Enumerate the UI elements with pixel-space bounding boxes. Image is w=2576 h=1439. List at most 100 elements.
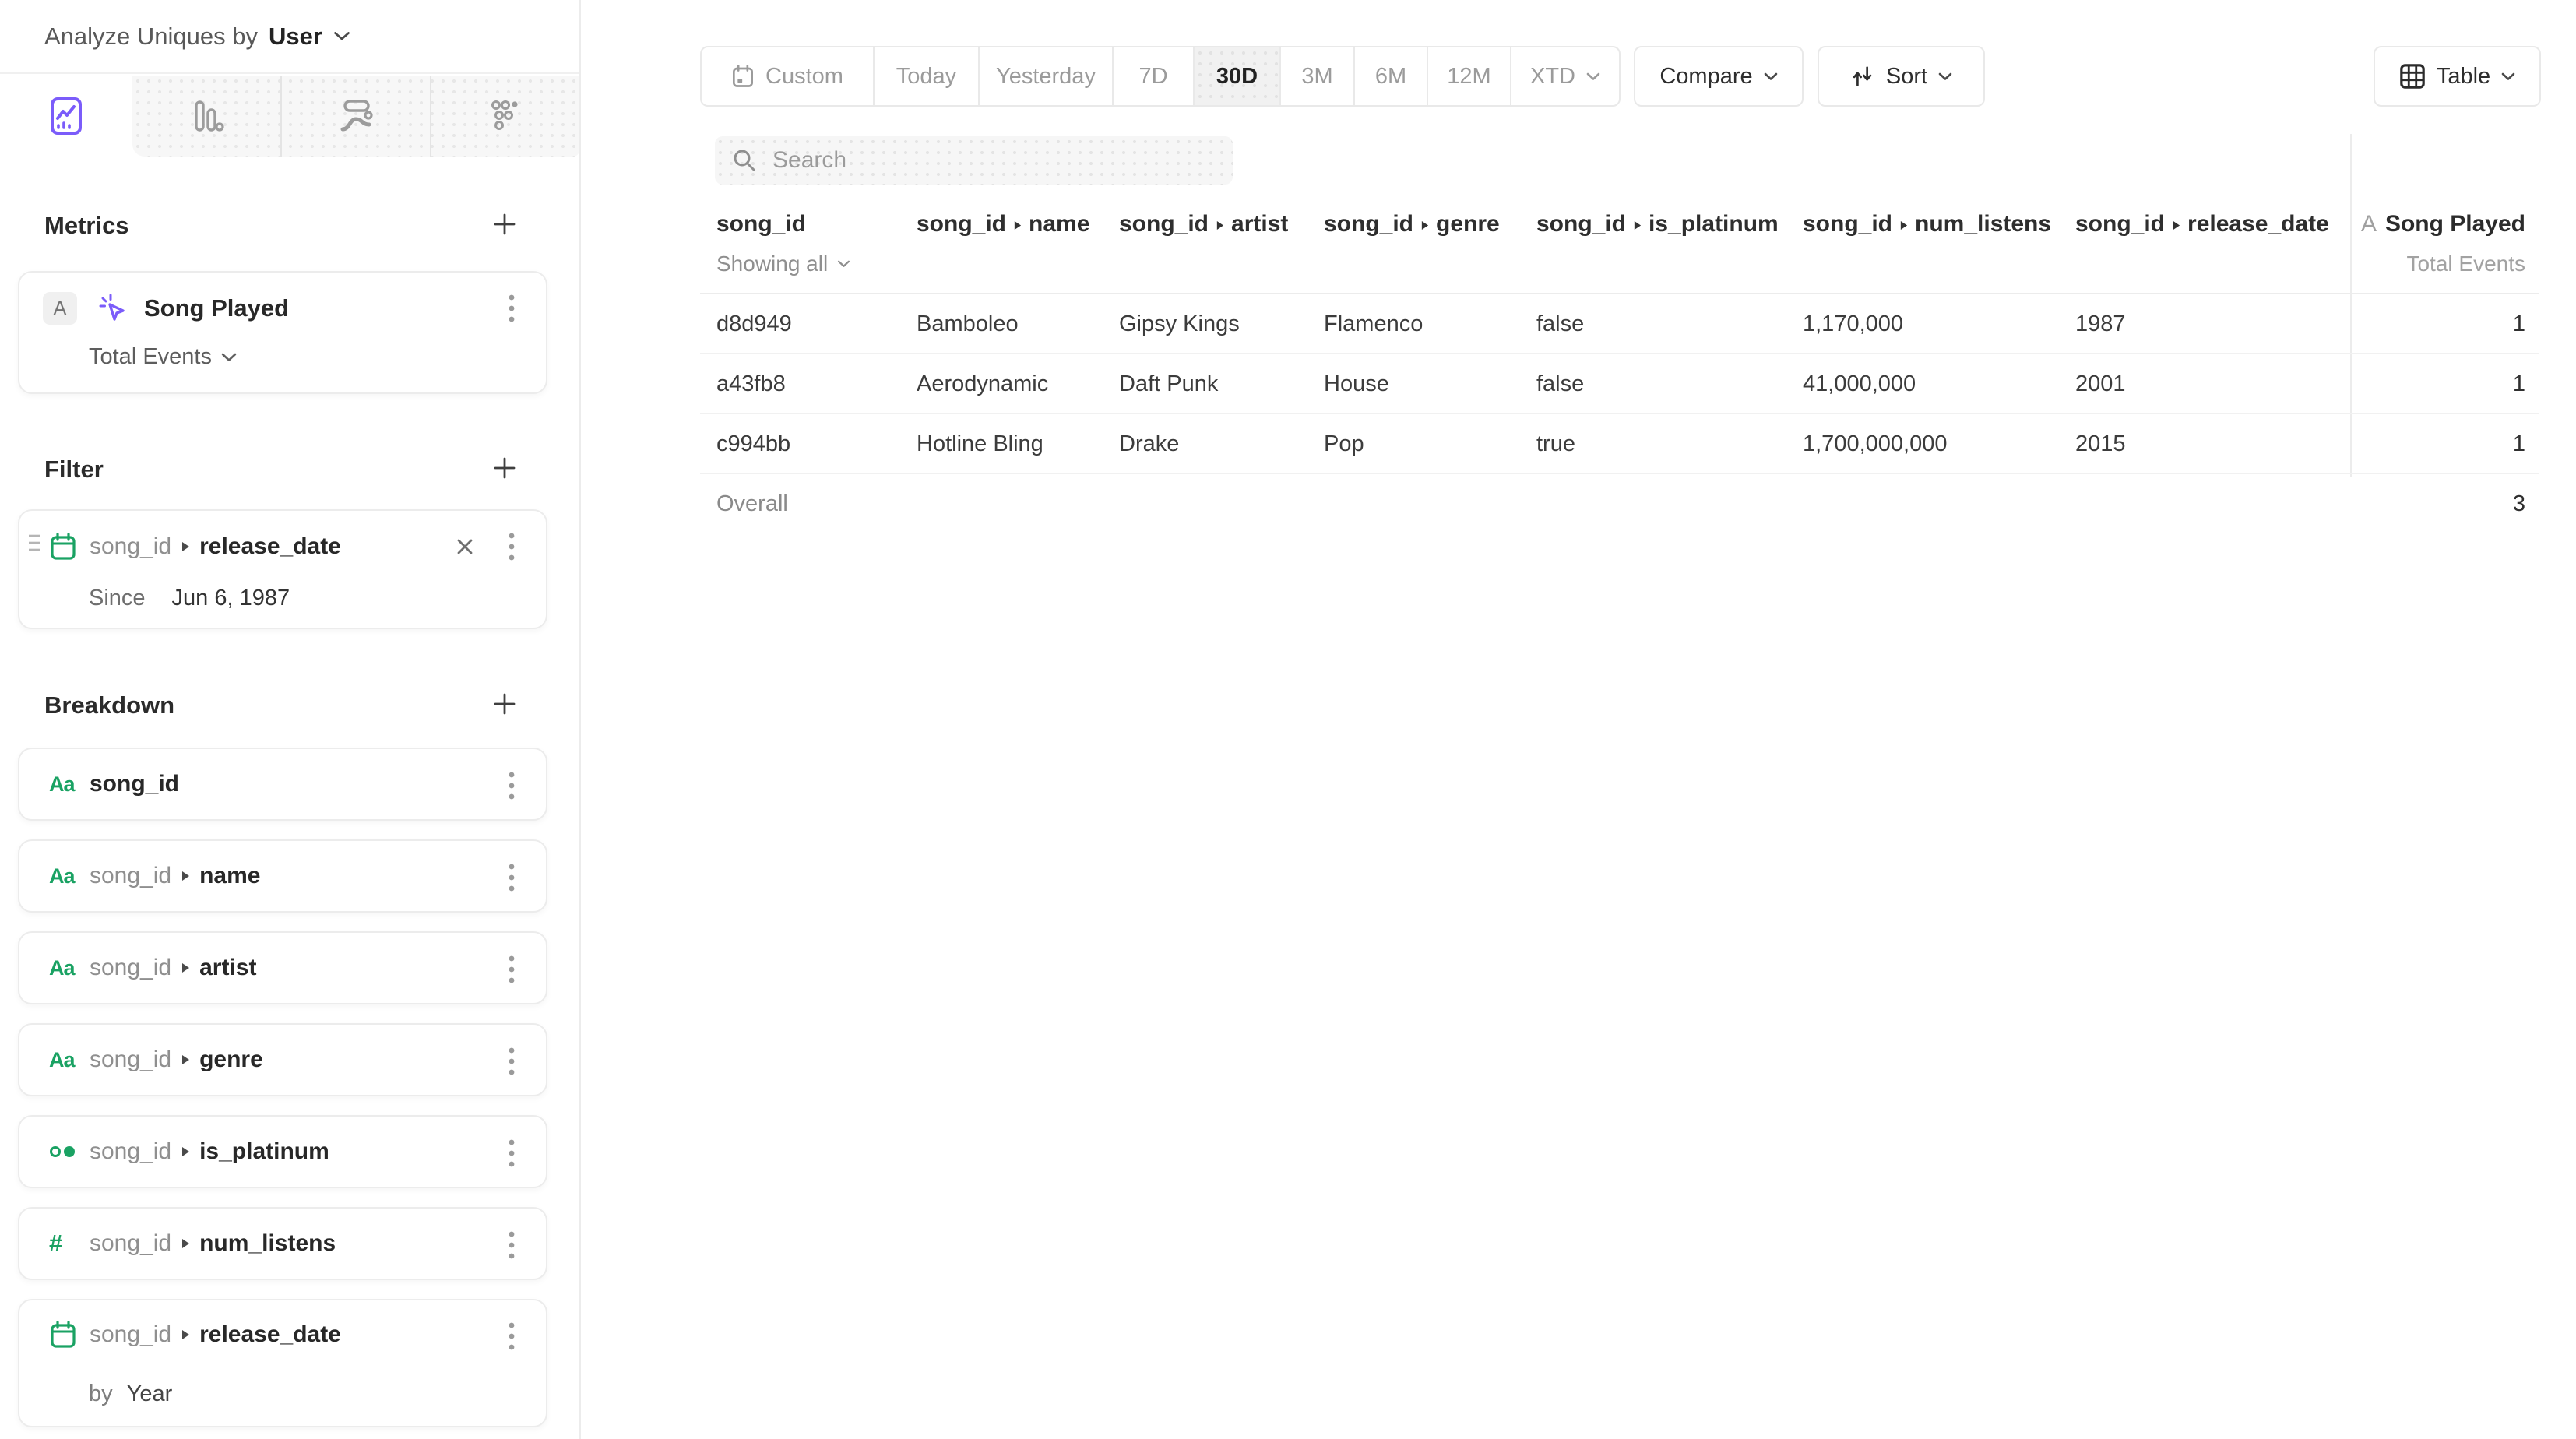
cell-song-id: d8d949	[716, 294, 792, 354]
breakdown-card-name[interactable]: Aa song_id name	[18, 839, 547, 913]
date-range-label: XTD	[1530, 64, 1575, 90]
column-header-release-date[interactable]: song_idrelease_date	[2075, 211, 2329, 237]
chart-view-dropdown[interactable]: Table	[2374, 46, 2541, 107]
remove-filter-button[interactable]	[451, 528, 479, 565]
cell-genre: Flamenco	[1324, 294, 1423, 354]
analyze-label: Analyze Uniques by	[44, 23, 258, 51]
plus-icon	[492, 456, 517, 480]
date-range-segmented-control: Custom Today Yesterday 7D 30D 3M 6M 12M …	[700, 46, 1621, 107]
breakdown-kebab-menu[interactable]	[498, 1135, 526, 1172]
cell-release-date: 2015	[2075, 414, 2126, 474]
triangle-right-icon	[1633, 220, 1642, 231]
cell-num-listens: 1,700,000,000	[1803, 414, 1947, 474]
metric-column-header[interactable]: ASong Played	[2361, 211, 2525, 237]
sort-button[interactable]: Sort	[1818, 46, 1985, 107]
line-chart-icon	[50, 97, 83, 135]
add-breakdown-button[interactable]	[486, 685, 523, 723]
metric-kebab-menu[interactable]	[498, 290, 526, 327]
breakdown-property-name[interactable]: release_date	[199, 1321, 341, 1348]
calendar-icon	[49, 532, 77, 561]
tab-flows[interactable]	[280, 76, 430, 157]
triangle-right-icon	[181, 870, 190, 882]
breakdown-kebab-menu[interactable]	[498, 1318, 526, 1355]
table-row[interactable]: d8d949 Bamboleo Gipsy Kings Flamenco fal…	[700, 294, 2539, 354]
filter-value[interactable]: Jun 6, 1987	[172, 586, 290, 611]
column-header-artist[interactable]: song_idartist	[1119, 211, 1288, 237]
date-range-7d[interactable]: 7D	[1112, 47, 1193, 105]
tab-retention[interactable]	[430, 76, 579, 157]
event-cursor-icon	[97, 293, 128, 324]
column-header-song-id[interactable]: song_id	[716, 211, 806, 237]
breakdown-section-title: Breakdown	[44, 691, 174, 720]
cell-artist: Drake	[1119, 414, 1179, 474]
column-header-name[interactable]: song_idname	[917, 211, 1089, 237]
date-range-3m[interactable]: 3M	[1279, 47, 1353, 105]
triangle-right-icon	[181, 1145, 190, 1158]
date-range-6m[interactable]: 6M	[1353, 47, 1427, 105]
breakdown-property-name[interactable]: is_platinum	[199, 1138, 329, 1165]
filter-condition-row[interactable]: Since Jun 6, 1987	[89, 586, 290, 611]
tab-bar-chart[interactable]	[132, 76, 280, 157]
column-header-genre[interactable]: song_idgenre	[1324, 211, 1500, 237]
breakdown-kebab-menu[interactable]	[498, 1226, 526, 1264]
metric-event-name[interactable]: Song Played	[144, 294, 289, 322]
breakdown-card-genre[interactable]: Aa song_id genre	[18, 1023, 547, 1096]
date-range-today[interactable]: Today	[873, 47, 978, 105]
breakdown-kebab-menu[interactable]	[498, 767, 526, 804]
metric-card[interactable]: A Song Played Total Events	[18, 271, 547, 394]
cell-metric-value: 1	[2513, 354, 2525, 414]
date-range-custom[interactable]: Custom	[702, 47, 873, 105]
breakdown-property-name[interactable]: name	[199, 863, 260, 889]
chevron-down-icon	[837, 260, 850, 268]
sort-arrows-icon	[1850, 63, 1875, 90]
date-range-xtd[interactable]: XTD	[1510, 47, 1619, 105]
filter-operator[interactable]: Since	[89, 586, 146, 611]
add-metric-button[interactable]	[486, 206, 523, 243]
date-range-30d-selected[interactable]: 30D	[1193, 47, 1279, 105]
chevron-down-icon	[2501, 72, 2515, 81]
column-header-num-listens[interactable]: song_idnum_listens	[1803, 211, 2051, 237]
breakdown-kebab-menu[interactable]	[498, 951, 526, 988]
breakdown-bucket-dropdown[interactable]: by Year	[89, 1381, 172, 1407]
date-range-yesterday[interactable]: Yesterday	[978, 47, 1112, 105]
breakdown-kebab-menu[interactable]	[498, 1043, 526, 1080]
breakdown-card-release-date[interactable]: song_id release_date by Year	[18, 1299, 547, 1427]
table-row[interactable]: a43fb8 Aerodynamic Daft Punk House false…	[700, 354, 2539, 414]
metric-aggregation-dropdown[interactable]: Total Events	[89, 344, 237, 370]
date-range-label: 30D	[1216, 64, 1258, 90]
breakdown-property-name[interactable]: artist	[199, 955, 256, 981]
metric-card-row: A Song Played	[19, 288, 546, 329]
cell-release-date: 1987	[2075, 294, 2126, 354]
cell-name: Hotline Bling	[917, 414, 1043, 474]
breakdown-card-song-id[interactable]: Aa song_id	[18, 748, 547, 821]
showing-all-dropdown[interactable]: Showing all	[716, 252, 850, 276]
breakdown-property-name[interactable]: num_listens	[199, 1230, 336, 1257]
breakdown-kebab-menu[interactable]	[498, 859, 526, 896]
chart-type-tabbar	[0, 76, 579, 157]
chevron-down-icon	[1938, 72, 1952, 81]
filter-property-prefix: song_id	[90, 533, 171, 560]
cell-metric-value: 1	[2513, 294, 2525, 354]
compare-button[interactable]: Compare	[1634, 46, 1804, 107]
string-type-icon: Aa	[49, 772, 75, 797]
breakdown-card-num-listens[interactable]: # song_id num_listens	[18, 1207, 547, 1280]
report-main-panel: Custom Today Yesterday 7D 30D 3M 6M 12M …	[581, 0, 2576, 1439]
table-search[interactable]	[715, 136, 1233, 185]
search-input[interactable]	[771, 146, 1191, 174]
breakdown-property-name[interactable]: song_id	[90, 771, 179, 797]
date-range-12m[interactable]: 12M	[1427, 47, 1510, 105]
triangle-right-icon	[2172, 220, 2180, 231]
analyze-entity-dropdown[interactable]: User	[269, 23, 322, 51]
filter-card[interactable]: song_id release_date Since Jun 6, 1987	[18, 509, 547, 629]
overall-label: Overall	[716, 474, 788, 534]
breakdown-card-is-platinum[interactable]: song_id is_platinum	[18, 1115, 547, 1188]
filter-property-name[interactable]: release_date	[199, 533, 341, 560]
breakdown-property-name[interactable]: genre	[199, 1047, 263, 1073]
tab-line-chart[interactable]	[0, 76, 132, 157]
column-header-is-platinum[interactable]: song_idis_platinum	[1536, 211, 1779, 237]
add-filter-button[interactable]	[486, 449, 523, 487]
breakdown-card-artist[interactable]: Aa song_id artist	[18, 931, 547, 1004]
metric-column-subtitle: Total Events	[2406, 252, 2525, 276]
table-row[interactable]: c994bb Hotline Bling Drake Pop true 1,70…	[700, 414, 2539, 474]
filter-kebab-menu[interactable]	[498, 528, 526, 565]
